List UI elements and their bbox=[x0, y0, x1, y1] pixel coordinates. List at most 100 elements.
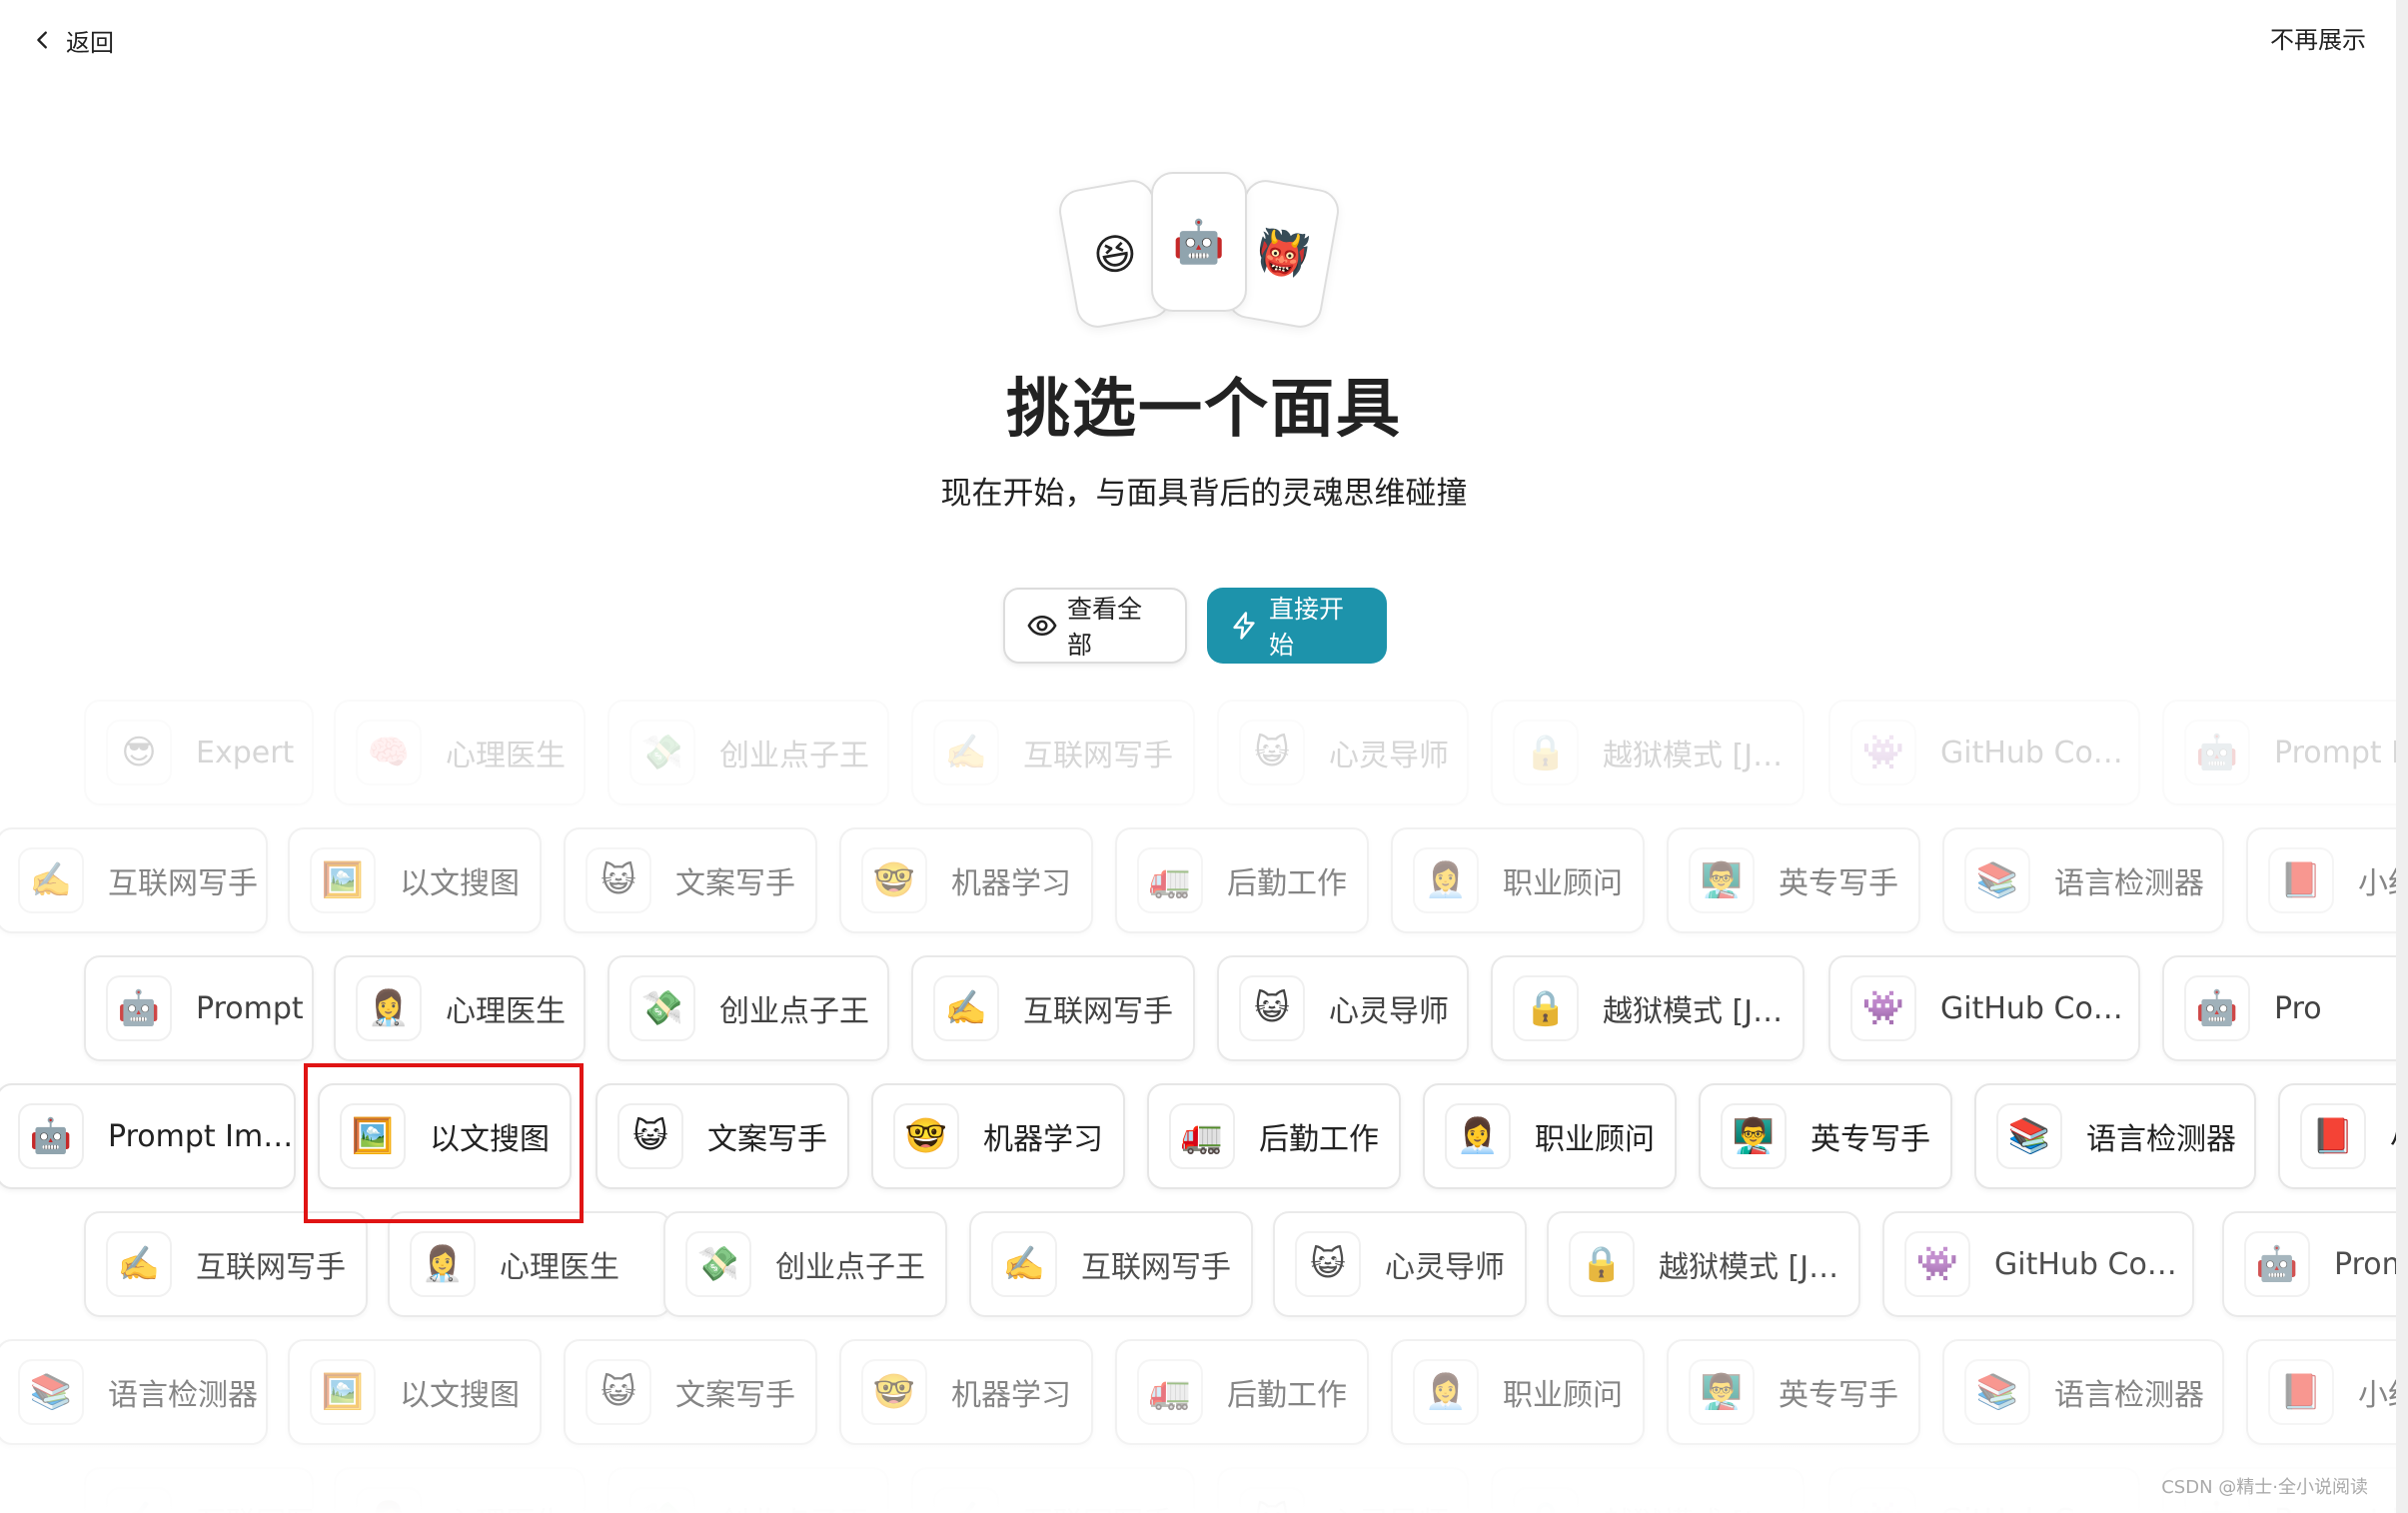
mask-card[interactable]: 🤓 机器学习 bbox=[839, 827, 1093, 933]
mask-card[interactable]: 😺 文案写手 bbox=[564, 1339, 817, 1445]
mask-name: 心灵导师 bbox=[1329, 994, 1449, 1029]
mask-card[interactable]: 🔒 越狱模式 [J… bbox=[1491, 700, 1805, 805]
view-all-button[interactable]: 查看全部 bbox=[1003, 588, 1187, 664]
start-now-button[interactable]: 直接开始 bbox=[1207, 588, 1387, 664]
mask-card[interactable]: 😺 文案写手 bbox=[564, 827, 817, 933]
mask-card[interactable]: 💸 创业点子王 bbox=[663, 1211, 947, 1317]
mask-card[interactable]: 😺 文案写手 bbox=[596, 1083, 849, 1189]
chevron-left-icon bbox=[28, 25, 58, 55]
mask-card[interactable]: ✍️ 互联网写手 bbox=[0, 827, 268, 933]
mask-name: 越狱模式 [J… bbox=[1603, 739, 1784, 773]
mask-name: 职业顾问 bbox=[1535, 1122, 1655, 1157]
mask-avatar-icon: 🚛 bbox=[1137, 1359, 1203, 1425]
mask-card[interactable]: 🚛 后勤工作 bbox=[1115, 1339, 1369, 1445]
mask-card[interactable]: 👩‍💼 职业顾问 bbox=[1423, 1083, 1677, 1189]
mask-card[interactable]: 👾 GitHub Co… bbox=[1828, 955, 2140, 1061]
mask-card[interactable]: 📕小红 bbox=[2246, 827, 2408, 933]
mask-card[interactable]: 📚 语言检测器 bbox=[1974, 1083, 2256, 1189]
mask-card[interactable]: 🔒 越狱模式 [J… bbox=[1491, 955, 1805, 1061]
mask-avatar-icon: 🚛 bbox=[1169, 1103, 1235, 1169]
mask-avatar-icon: 👨‍🏫 bbox=[1689, 847, 1755, 913]
mask-card[interactable]: 😺 心灵导师 bbox=[1217, 955, 1469, 1061]
mask-name: GitHub Co… bbox=[1994, 1246, 2177, 1282]
mask-card[interactable]: 🧠 心理医生 bbox=[334, 700, 586, 805]
mask-card[interactable]: 📕小红 bbox=[2246, 1339, 2408, 1445]
mask-card[interactable]: 👩‍⚕️ 心理医生 bbox=[334, 955, 586, 1061]
mask-card[interactable]: 💸 创业点子王 bbox=[607, 955, 889, 1061]
mask-name: Expert bbox=[196, 735, 295, 770]
mask-avatar-icon: 📚 bbox=[1996, 1103, 2062, 1169]
mask-avatar-icon: 👨‍🏫 bbox=[1689, 1359, 1755, 1425]
mask-card[interactable]: 🖼️ 以文搜图 bbox=[288, 827, 542, 933]
mask-card[interactable]: 👾 GitHub Co… bbox=[1882, 1211, 2194, 1317]
mask-name: 心灵导师 bbox=[1329, 739, 1449, 773]
mask-card[interactable]: 😺 心灵导师 bbox=[1217, 700, 1469, 805]
mask-card[interactable]: 🤓 机器学习 bbox=[839, 1339, 1093, 1445]
mask-card[interactable]: ✍️ 互联网写手 bbox=[969, 1211, 1253, 1317]
mask-card[interactable]: 🤖 Pro bbox=[2162, 955, 2408, 1061]
mask-card[interactable]: 📚 语言检测器 bbox=[1942, 827, 2224, 933]
mask-avatar-icon: 👩‍💼 bbox=[1413, 847, 1479, 913]
mask-avatar-icon: 📚 bbox=[1964, 1359, 2030, 1425]
mask-card[interactable]: ✍️ 互联网写手 bbox=[84, 1467, 314, 1513]
mask-avatar-icon: ✍️ bbox=[18, 847, 84, 913]
mask-card[interactable]: 📚 语言检测器 bbox=[1942, 1339, 2224, 1445]
mask-avatar-icon: 👩‍💼 bbox=[1445, 1103, 1511, 1169]
mask-row: ✍️ 互联网写手 🖼️ 以文搜图 😺 文案写手 🤓 机器学习 🚛 后勤工作 👩‍💼 职业顾问 👨‍🏫 英专… bbox=[0, 827, 2408, 937]
back-label: 返回 bbox=[66, 28, 114, 57]
mask-card[interactable]: 👩‍💼 职业顾问 bbox=[1391, 827, 1645, 933]
back-button[interactable]: 返回 bbox=[28, 18, 114, 62]
mask-card[interactable]: 🤖 Prom bbox=[2222, 1211, 2408, 1317]
mask-row: ✍️ 互联网写手 👩‍⚕️ 心理医生 💸 创业点子王 ✍️ 互联网写手 😺 心灵导师 🔒 越狱模式 [… bbox=[0, 1211, 2408, 1321]
mask-gallery: 😎 Expert 🧠 心理医生 💸 创业点子王 ✍️ 互联网写手 😺 心灵导师 🔒 越狱模式 [J… 👾… bbox=[0, 700, 2408, 1513]
mask-card[interactable]: 👨‍🏫 英专写手 bbox=[1699, 1083, 1952, 1189]
mask-card[interactable]: 👩‍💼 职业顾问 bbox=[1391, 1339, 1645, 1445]
mask-card[interactable]: ✍️ 互联网写手 bbox=[911, 700, 1195, 805]
mask-card[interactable]: 🤓 机器学习 bbox=[871, 1083, 1125, 1189]
mask-avatar-icon: 😺 bbox=[1239, 975, 1305, 1041]
mask-name: 文案写手 bbox=[707, 1122, 827, 1157]
mask-card[interactable]: 🖼️ 以文搜图 bbox=[318, 1083, 572, 1189]
mask-card[interactable]: 💸 创业点子王 bbox=[607, 700, 889, 805]
mask-avatar-icon: 😺 bbox=[1239, 720, 1305, 785]
mask-name: Prompt Im… bbox=[108, 1118, 294, 1154]
mask-card[interactable]: 💸 创业点子王 bbox=[607, 1467, 889, 1513]
mask-card[interactable]: 📚 语言检测器 bbox=[0, 1339, 268, 1445]
mask-avatar-icon: 😺 bbox=[1295, 1231, 1361, 1297]
mask-card[interactable]: 👾 GitHub Co… bbox=[1828, 1467, 2140, 1513]
mask-card[interactable]: 📕小 bbox=[2278, 1083, 2408, 1189]
mask-name: 职业顾问 bbox=[1503, 866, 1623, 901]
mask-card[interactable]: 🖼️ 以文搜图 bbox=[288, 1339, 542, 1445]
mask-name: GitHub Co… bbox=[1940, 990, 2123, 1026]
emoji-card-center: 🤖 bbox=[1151, 172, 1247, 312]
start-now-label: 直接开始 bbox=[1269, 595, 1345, 660]
mask-avatar-icon: 💸 bbox=[629, 720, 695, 785]
mask-card[interactable]: 😺 心灵导师 bbox=[1273, 1211, 1527, 1317]
mask-card[interactable]: 🤖 Prompt Im… bbox=[84, 955, 314, 1061]
mask-card[interactable]: 🔒 越狱模式 [J… bbox=[1547, 1211, 1860, 1317]
mask-card[interactable]: 🚛 后勤工作 bbox=[1115, 827, 1369, 933]
mask-card[interactable]: 👨‍🏫 英专写手 bbox=[1667, 827, 1920, 933]
mask-card[interactable]: ✍️ 互联网写手 bbox=[911, 1467, 1195, 1513]
mask-card[interactable]: 😺 心灵导师 bbox=[1217, 1467, 1469, 1513]
mask-card[interactable]: ✍️ 互联网写手 bbox=[911, 955, 1195, 1061]
mask-card[interactable]: 👩‍⚕️ 心理医生 bbox=[334, 1467, 586, 1513]
mask-card[interactable]: 👨‍🏫 英专写手 bbox=[1667, 1339, 1920, 1445]
mask-name: 互联网写手 bbox=[1081, 1250, 1231, 1285]
mask-card[interactable]: 🚛 后勤工作 bbox=[1147, 1083, 1401, 1189]
mask-card[interactable]: 👾 GitHub Co… bbox=[1828, 700, 2140, 805]
vertical-scrollbar[interactable] bbox=[2396, 0, 2408, 1513]
mask-card[interactable]: ✍️ 互联网写手 bbox=[84, 1211, 368, 1317]
mask-card[interactable]: 👩‍⚕️ 心理医生 bbox=[388, 1211, 671, 1317]
mask-avatar-icon: 👩‍⚕️ bbox=[356, 1487, 422, 1513]
mask-name: Prompt In bbox=[2274, 1503, 2408, 1513]
mask-card[interactable]: 🤖 Prompt In bbox=[2162, 700, 2408, 805]
mask-card[interactable]: 🔒 越狱模式 [J… bbox=[1491, 1467, 1805, 1513]
mask-card[interactable]: 😎 Expert bbox=[84, 700, 314, 805]
dont-show-again-button[interactable]: 不再展示 bbox=[2270, 18, 2366, 62]
top-bar: 返回 不再展示 bbox=[0, 0, 2408, 80]
mask-card[interactable]: 🤖 Prompt Im… bbox=[0, 1083, 296, 1189]
mask-avatar-icon: 🤖 bbox=[2184, 975, 2250, 1041]
mask-name: 机器学习 bbox=[951, 866, 1071, 901]
mask-avatar-icon: 📕 bbox=[2300, 1103, 2366, 1169]
